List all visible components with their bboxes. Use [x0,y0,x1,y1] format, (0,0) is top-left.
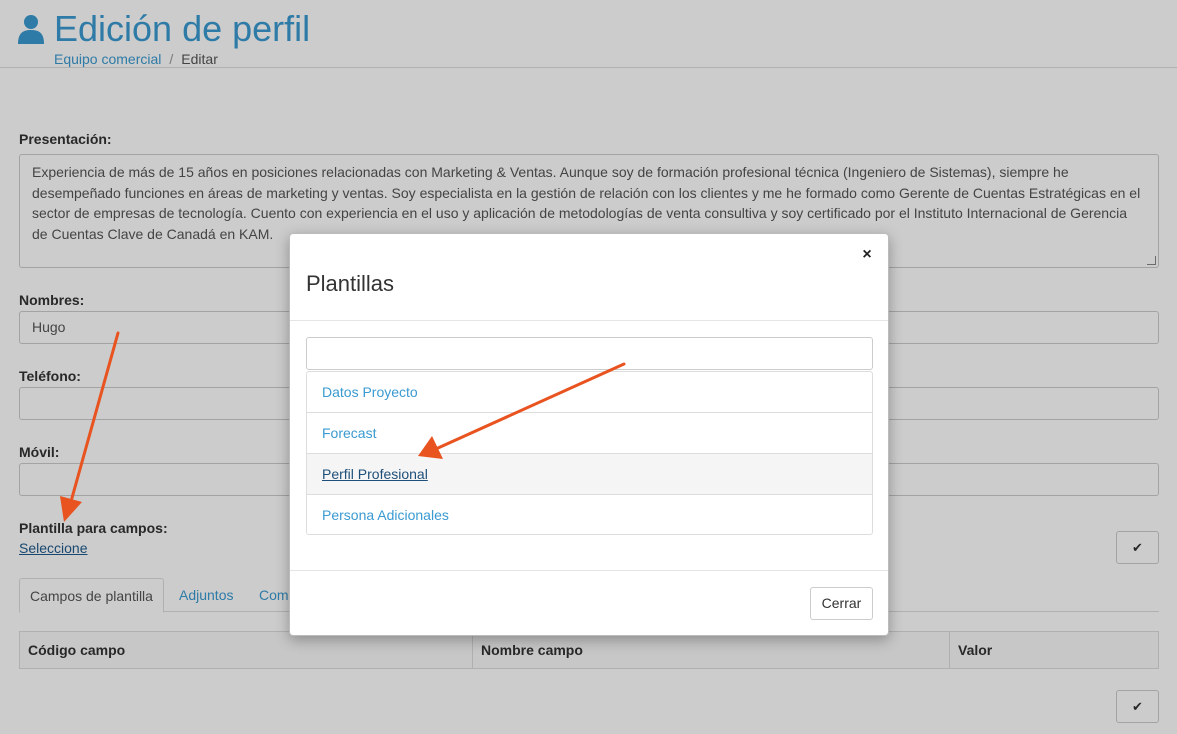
plantillas-list: Datos Proyecto Forecast Perfil Profesion… [306,371,873,535]
close-icon[interactable]: × [860,246,874,264]
modal-title: Plantillas [306,271,395,296]
cerrar-button[interactable]: Cerrar [810,587,873,620]
modal-header: Plantillas × [290,234,888,321]
plantillas-search-input[interactable] [306,337,873,370]
plantillas-modal: Plantillas × Datos Proyecto Forecast Per… [289,233,889,636]
list-item-persona-adicionales[interactable]: Persona Adicionales [307,495,872,536]
modal-footer: Cerrar [290,570,888,636]
list-item-datos-proyecto[interactable]: Datos Proyecto [307,372,872,413]
list-item-perfil-profesional[interactable]: Perfil Profesional [307,454,872,495]
page: Edición de perfil Equipo comercial / Edita… [0,0,1177,734]
list-item-forecast[interactable]: Forecast [307,413,872,454]
